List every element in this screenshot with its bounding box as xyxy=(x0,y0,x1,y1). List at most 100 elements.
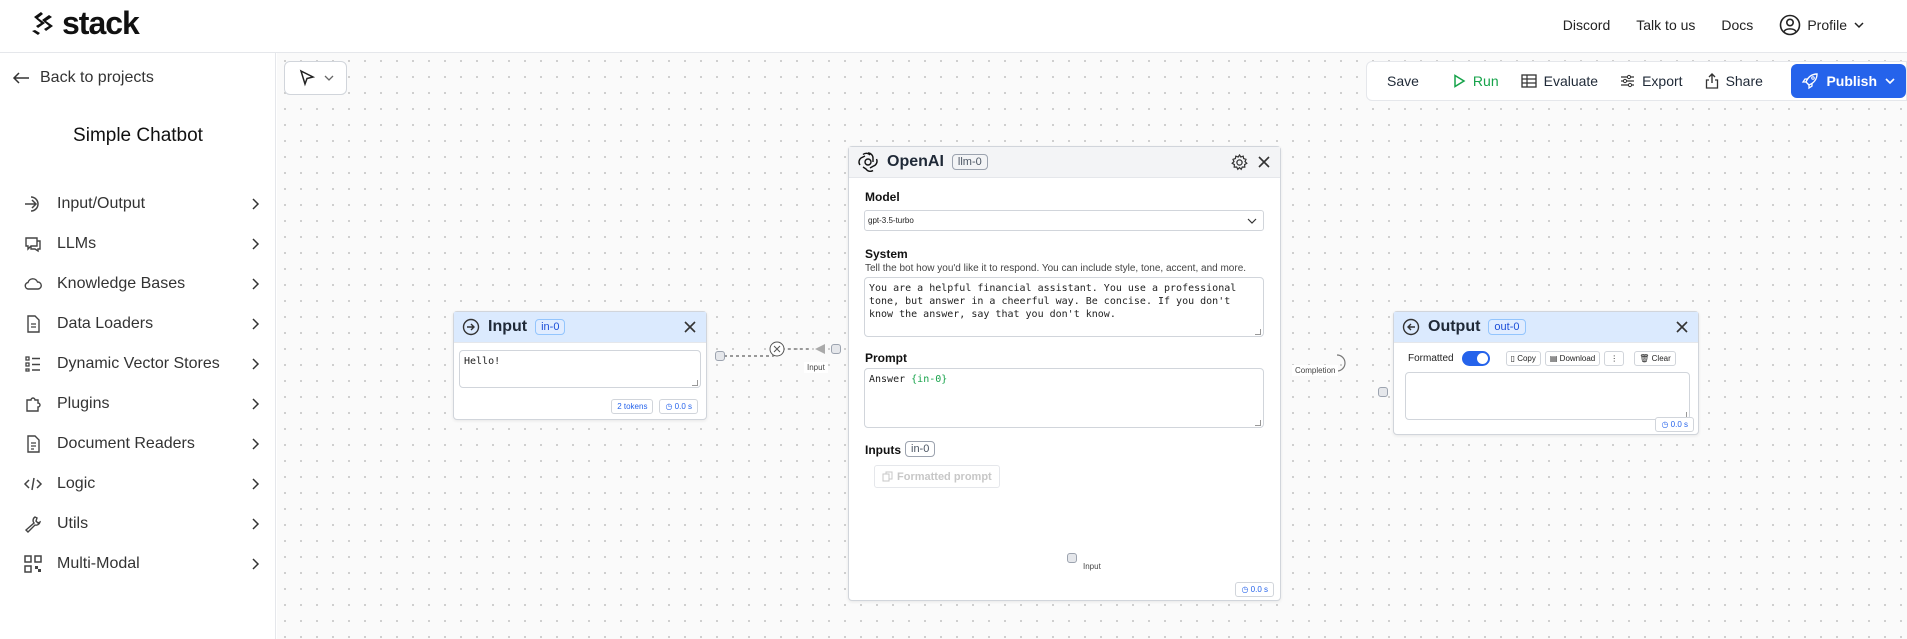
output-node[interactable]: Output out-0 Formatted ▯ Copy ▤ Download… xyxy=(1393,311,1699,435)
llm-input-handle[interactable] xyxy=(831,344,841,354)
node-title: Output xyxy=(1428,318,1481,335)
sliders-icon xyxy=(1621,74,1635,88)
sidebar-item-logic[interactable]: Logic xyxy=(22,464,262,504)
discord-link[interactable]: Discord xyxy=(1563,17,1610,33)
formatted-label: Formatted xyxy=(1408,353,1454,364)
sidebar-item-utils[interactable]: Utils xyxy=(22,504,262,544)
edge-input-label: Input xyxy=(804,362,828,373)
cursor-mode-selector[interactable] xyxy=(284,61,347,95)
time-value: 0.0 s xyxy=(674,402,692,411)
input-node-header[interactable]: Input in-0 xyxy=(454,312,706,343)
output-text-area[interactable] xyxy=(1405,372,1690,420)
sidebar-item-label: Input/Output xyxy=(57,195,146,212)
prompt-variable: {in-0} xyxy=(911,374,948,385)
output-node-header[interactable]: Output out-0 xyxy=(1394,312,1698,343)
save-button[interactable]: Save xyxy=(1367,62,1441,100)
sidebar-item-data-loaders[interactable]: Data Loaders xyxy=(22,304,262,344)
sidebar-item-document-readers[interactable]: Document Readers xyxy=(22,424,262,464)
system-text-area[interactable]: You are a helpful financial assistant. Y… xyxy=(864,277,1264,337)
export-button[interactable]: Export xyxy=(1609,62,1693,100)
evaluate-label: Evaluate xyxy=(1543,73,1599,89)
talk-to-us-link[interactable]: Talk to us xyxy=(1636,17,1695,33)
input-text-area[interactable]: Hello! xyxy=(459,350,701,388)
back-to-projects-link[interactable]: Back to projects xyxy=(12,69,154,87)
clear-label: Clear xyxy=(1651,354,1671,363)
arrow-right-circle-icon xyxy=(462,318,480,336)
arrow-left-icon xyxy=(12,72,29,84)
time-value: 0.0 s xyxy=(1250,585,1268,594)
chevron-right-icon xyxy=(252,398,260,410)
input-node-footer: 2 tokens ◷ 0.0 s xyxy=(611,399,698,414)
gear-icon[interactable] xyxy=(1231,153,1248,171)
chevron-right-icon xyxy=(252,358,260,370)
node-title: OpenAI xyxy=(887,153,944,170)
sidebar-item-dynamic-vector-stores[interactable]: Dynamic Vector Stores xyxy=(22,344,262,384)
chevron-down-icon xyxy=(1885,78,1895,85)
toggle-knob xyxy=(1476,353,1488,364)
run-button[interactable]: Run xyxy=(1441,62,1510,100)
time-badge: ◷ 0.0 s xyxy=(1655,417,1694,432)
output-node-input-handle[interactable] xyxy=(1378,387,1388,397)
profile-menu[interactable]: Profile xyxy=(1779,14,1865,36)
top-nav: Discord Talk to us Docs Profile xyxy=(1563,14,1865,36)
llm-bottom-input-handle[interactable] xyxy=(1067,553,1077,563)
download-button[interactable]: ▤ Download xyxy=(1544,351,1601,366)
input-node[interactable]: Input in-0 Hello! 2 tokens ◷ 0.0 s xyxy=(453,311,707,420)
close-icon[interactable] xyxy=(1674,319,1690,335)
flow-canvas[interactable]: Save Run Evaluate Export Share Publish I… xyxy=(277,53,1907,639)
model-select[interactable]: gpt-3.5-turbo xyxy=(864,210,1264,231)
sidebar-item-input-output[interactable]: Input/Output xyxy=(22,184,262,224)
prompt-text-area[interactable]: Answer {in-0} xyxy=(864,368,1264,428)
chevron-right-icon xyxy=(252,558,260,570)
model-label: Model xyxy=(865,190,900,204)
publish-button[interactable]: Publish xyxy=(1791,64,1906,98)
chevron-right-icon xyxy=(252,518,260,530)
sidebar-item-multi-modal[interactable]: Multi-Modal xyxy=(22,544,262,584)
publish-label: Publish xyxy=(1826,73,1877,89)
profile-label: Profile xyxy=(1807,17,1847,33)
close-icon[interactable] xyxy=(1256,154,1272,170)
resize-handle[interactable] xyxy=(692,380,698,386)
chevron-down-icon xyxy=(324,75,333,81)
formatted-toggle[interactable] xyxy=(1461,351,1490,366)
top-bar: stack Discord Talk to us Docs Profile xyxy=(0,0,1907,53)
openai-llm-node[interactable]: OpenAI llm-0 Model gpt-3.5-turbo System … xyxy=(848,146,1281,601)
share-button[interactable]: Share xyxy=(1694,62,1774,100)
sidebar-item-label: LLMs xyxy=(57,235,97,252)
sidebar-item-knowledge-bases[interactable]: Knowledge Bases xyxy=(22,264,262,304)
formatted-prompt-button[interactable]: Formatted prompt xyxy=(874,465,1000,488)
evaluate-button[interactable]: Evaluate xyxy=(1510,62,1609,100)
chat-icon xyxy=(22,233,44,255)
time-badge: ◷ 0.0 s xyxy=(1235,582,1274,597)
sidebar-item-label: Multi-Modal xyxy=(57,555,140,572)
sidebar-item-llms[interactable]: LLMs xyxy=(22,224,262,264)
docs-link[interactable]: Docs xyxy=(1721,17,1753,33)
puzzle-icon xyxy=(22,393,44,415)
arrow-right-circle-icon xyxy=(22,193,44,215)
save-label: Save xyxy=(1387,73,1419,89)
run-label: Run xyxy=(1472,73,1499,89)
llm-node-header[interactable]: OpenAI llm-0 xyxy=(849,147,1280,178)
cloud-icon xyxy=(22,273,44,295)
logo-text: stack xyxy=(62,5,140,41)
system-hint: Tell the bot how you'd like it to respon… xyxy=(865,263,1247,274)
prompt-label: Prompt xyxy=(865,351,907,365)
clear-button[interactable]: 🗑 Clear xyxy=(1634,351,1676,366)
resize-handle[interactable] xyxy=(1255,329,1261,335)
more-options-label: ⋮ xyxy=(1610,354,1619,363)
close-icon[interactable] xyxy=(682,319,698,335)
chevron-right-icon xyxy=(252,318,260,330)
more-options-button[interactable]: ⋮ xyxy=(1604,351,1625,366)
table-icon xyxy=(1520,74,1537,88)
input-node-output-handle[interactable] xyxy=(715,351,725,361)
prompt-text: Answer xyxy=(869,374,912,385)
inputs-label: Inputs xyxy=(865,443,901,457)
chevron-down-icon xyxy=(1247,218,1257,224)
list-icon xyxy=(22,353,44,375)
input-value: Hello! xyxy=(464,356,501,367)
logo[interactable]: stack xyxy=(28,5,140,41)
sidebar-item-plugins[interactable]: Plugins xyxy=(22,384,262,424)
share-icon xyxy=(1705,73,1718,89)
copy-button[interactable]: ▯ Copy xyxy=(1505,351,1541,366)
resize-handle[interactable] xyxy=(1255,420,1261,426)
